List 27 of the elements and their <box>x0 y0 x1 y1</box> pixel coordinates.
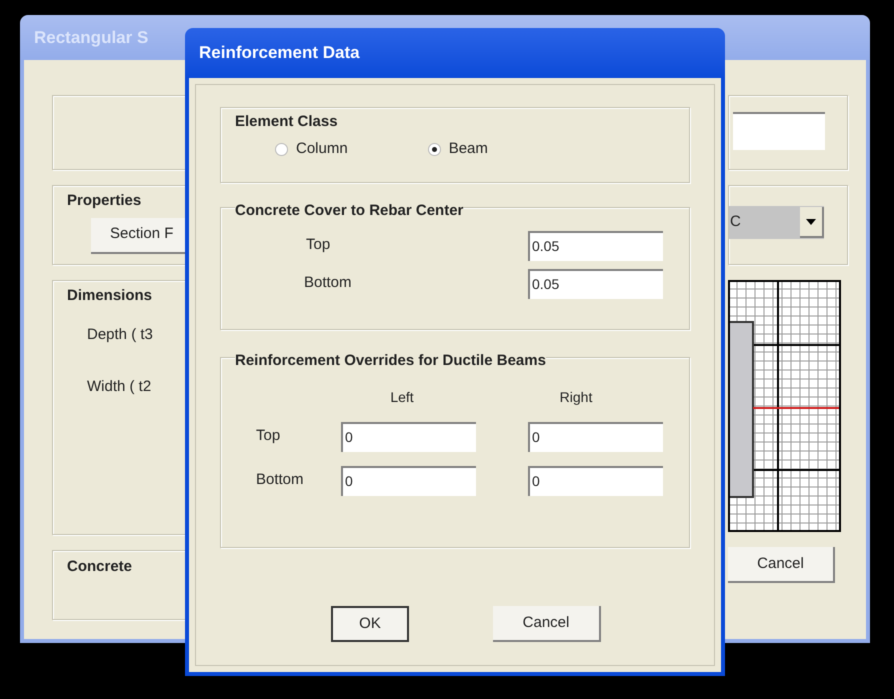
field-label: Top <box>305 235 332 256</box>
input-field[interactable]: 0 <box>528 422 663 452</box>
cancel-button[interactable]: Cancel <box>728 547 835 583</box>
input-field[interactable]: 0 <box>528 466 663 496</box>
window-title: Rectangular S <box>34 26 148 49</box>
group-label: Dimensions <box>67 286 154 306</box>
material-dropdown[interactable]: C <box>729 206 824 239</box>
input-field[interactable]: 0.05 <box>528 230 663 260</box>
row-label: Bottom <box>255 470 305 490</box>
column-header: Left <box>389 388 415 406</box>
column-header: Right <box>558 388 594 407</box>
radio-option[interactable]: Beam <box>428 138 488 160</box>
input-field[interactable]: 0.05 <box>528 268 663 298</box>
field-label: Bottom <box>303 273 353 294</box>
group-label: Concrete <box>67 558 132 575</box>
group-label: Element Class <box>235 113 338 130</box>
window-title: Reinforcement Data <box>199 42 360 64</box>
group-label: Properties <box>67 191 142 211</box>
dialog-button[interactable]: OK <box>331 606 409 642</box>
input-field[interactable]: 0 <box>341 466 476 496</box>
row-label: Top <box>255 426 282 446</box>
field-label: Depth ( t3 <box>87 324 154 344</box>
text-field[interactable] <box>733 112 825 150</box>
dialog-button[interactable]: Cancel <box>493 606 601 642</box>
radio-option[interactable]: Column <box>275 138 348 160</box>
field-label: Width ( t2 <box>87 377 152 397</box>
input-field[interactable]: 0 <box>341 422 476 452</box>
